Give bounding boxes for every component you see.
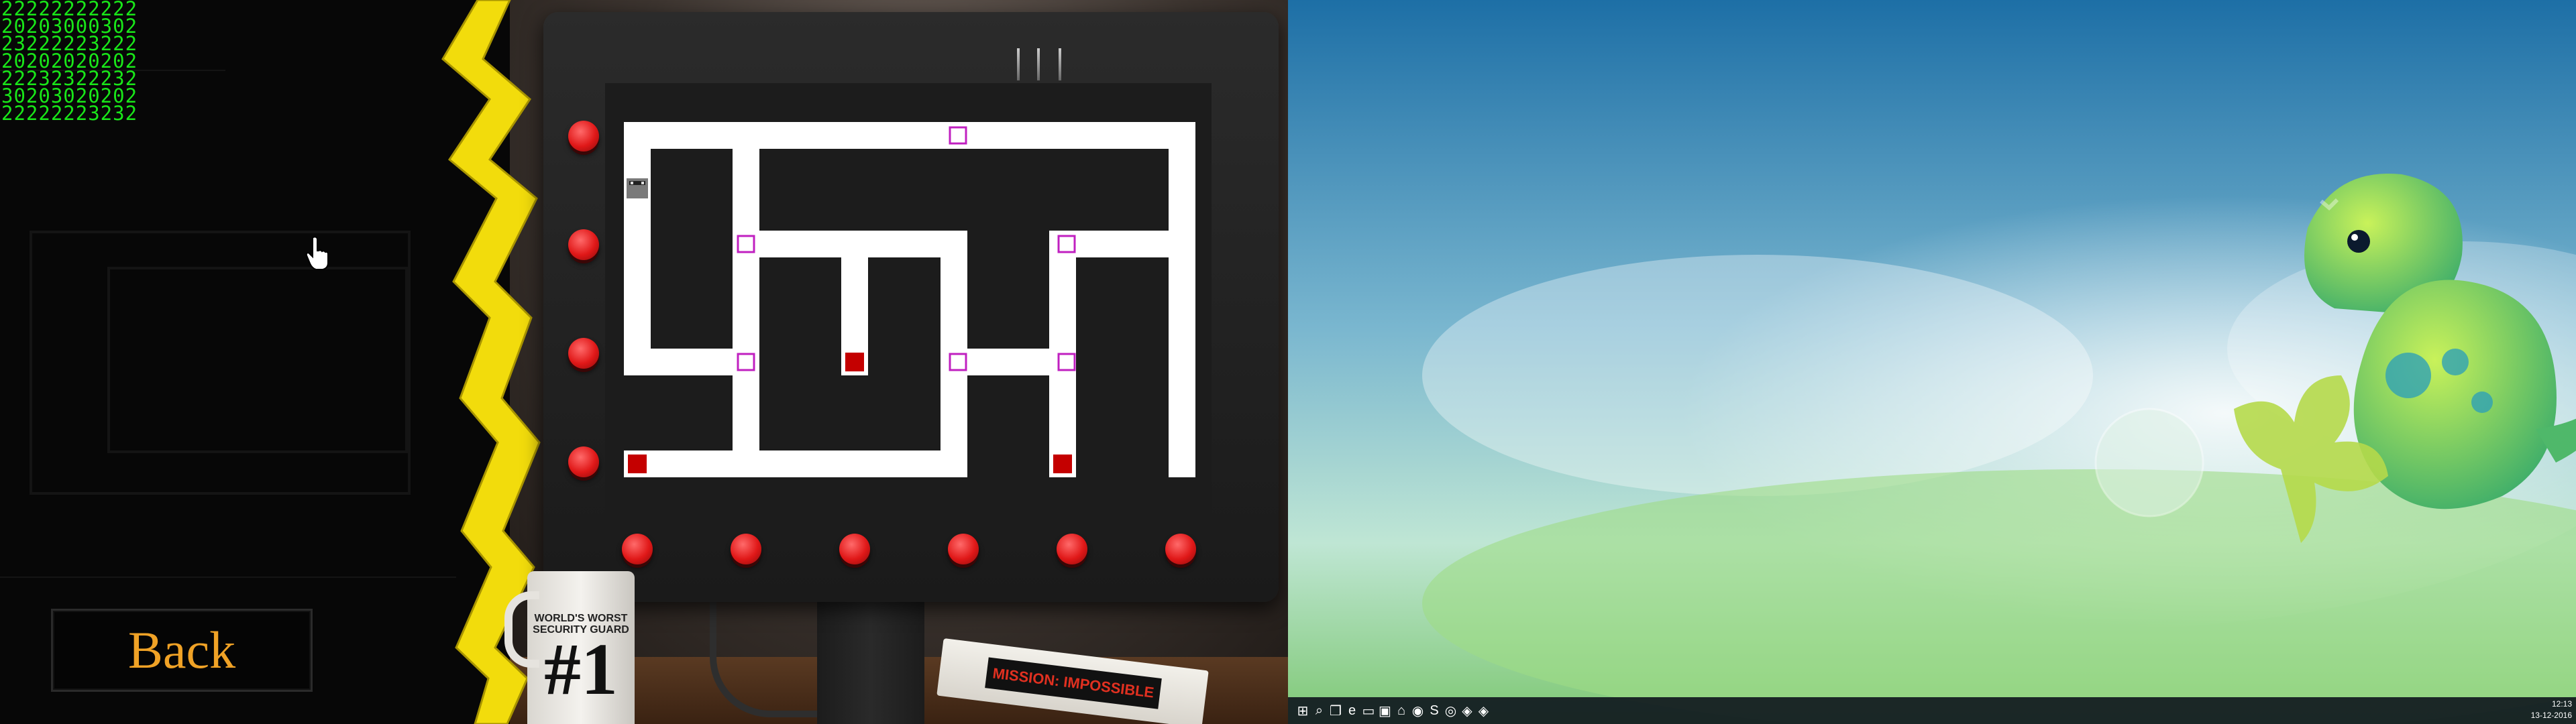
maze [624, 122, 1195, 477]
nvidia-active-icon[interactable]: ◈ [1474, 701, 1493, 720]
column-button-6[interactable] [1165, 534, 1196, 564]
row-button-3[interactable] [568, 338, 599, 369]
row-button-1[interactable] [568, 121, 599, 152]
maze-screen [605, 83, 1212, 532]
clock-date: 13-12-2016 [2530, 711, 2572, 720]
column-button-2[interactable] [731, 534, 761, 564]
ghost-inner-frame [107, 267, 408, 453]
back-button[interactable]: Back [51, 609, 313, 692]
code-row: 22222223232 [1, 102, 138, 125]
column-button-5[interactable] [1057, 534, 1087, 564]
maze-paths [624, 122, 1195, 477]
vhs-title: MISSION: IMPOSSIBLE [985, 657, 1162, 709]
maze-path [1049, 231, 1195, 257]
column-button-1[interactable] [622, 534, 653, 564]
mug-handle [504, 591, 539, 668]
maze-path [624, 349, 759, 375]
maze-path [1169, 122, 1195, 477]
maze-path [624, 450, 967, 477]
coffee-mug: WORLD'S WORST SECURITY GUARD #1 [504, 571, 635, 724]
mug-number: #1 [544, 628, 618, 710]
desktop: ⊞ ⌕ ❐ e ▭ ▣ ⌂ ◉ S ◎ ◈ ◈ 12:13 13-12-2016 [1288, 0, 2576, 724]
antenna-pin [1037, 48, 1040, 80]
column-button-3[interactable] [839, 534, 870, 564]
hand-cursor-icon [306, 236, 329, 270]
hazard-block [1053, 455, 1072, 473]
maze-path [624, 122, 1195, 149]
game-window: 22222222222 20203000302 23222223222 2020202… [0, 0, 1288, 724]
row-button-4[interactable] [568, 446, 599, 477]
monitor-stand [817, 601, 924, 724]
hazard-block [845, 353, 864, 371]
ghost-line [0, 577, 456, 578]
row-button-2[interactable] [568, 229, 599, 260]
robot-player-icon [627, 178, 648, 198]
antenna-pin [1059, 48, 1061, 80]
system-tray-clock[interactable]: 12:13 13-12-2016 [2531, 699, 2572, 721]
taskbar: ⊞ ⌕ ❐ e ▭ ▣ ⌂ ◉ S ◎ ◈ ◈ 12:13 13-12-2016 [1288, 697, 2576, 724]
clock-time: 12:13 [2551, 699, 2572, 709]
hazard-block [628, 455, 647, 473]
maze-path [624, 122, 651, 375]
maze-path [733, 122, 759, 477]
dinosaur-wallpaper [1288, 0, 2576, 724]
code-grid: 22222222222 20203000302 23222223222 2020202… [1, 0, 138, 125]
antenna-pin [1017, 48, 1020, 80]
column-button-4[interactable] [948, 534, 979, 564]
